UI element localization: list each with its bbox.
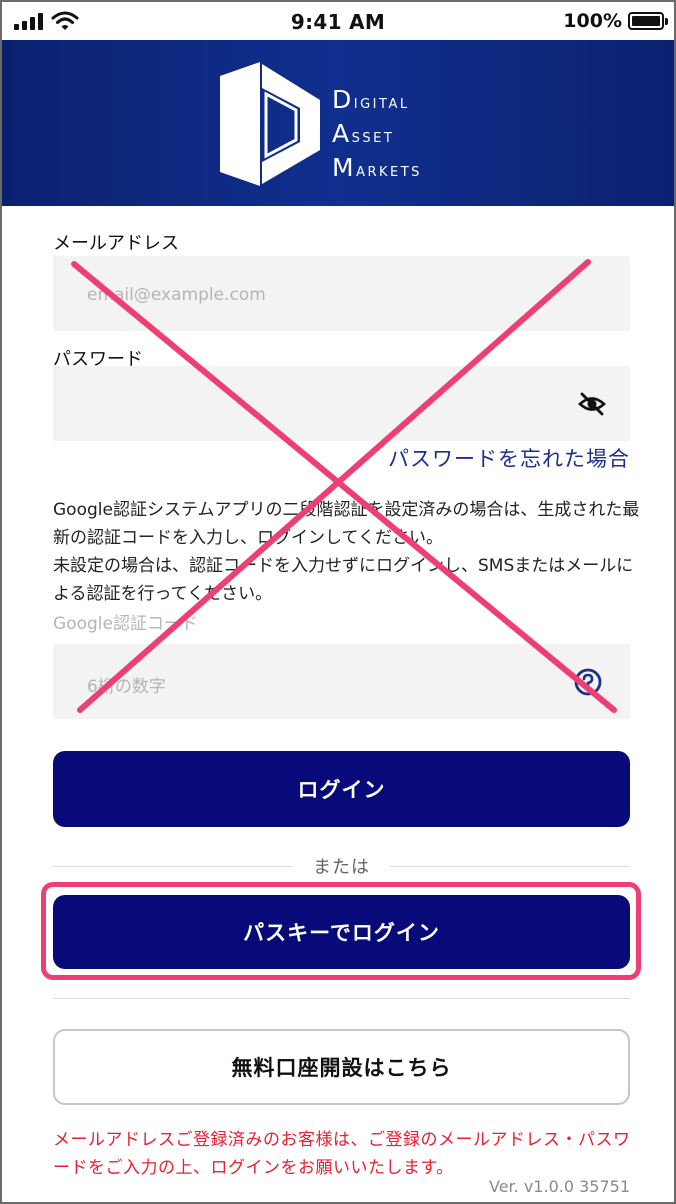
two-factor-info: Google認証システムアプリの二段階認証を設定済みの場合は、生成された最新の認… — [53, 500, 640, 604]
logo-wordmark: Digital Asset Markets — [332, 84, 422, 186]
forgot-password-link[interactable]: パスワードを忘れた場合 — [388, 443, 630, 473]
notice-text: メールアドレスご登録済みのお客様は、ご登録のメールアドレス・パスワードをご入力の… — [53, 1130, 631, 1178]
section-divider — [53, 998, 630, 999]
version-label: Ver. v1.0.0 35751 — [489, 1177, 630, 1196]
divider-line-left — [53, 865, 293, 867]
status-right: 100% — [563, 10, 668, 32]
logo-line-2: Asset — [332, 119, 395, 148]
phone-screen: 9:41 AM 100% Digital Asset Markets メールアド… — [0, 0, 676, 1204]
divider-line-right — [390, 865, 630, 867]
eye-off-icon[interactable] — [577, 389, 607, 419]
logo-icon — [220, 62, 320, 186]
password-field[interactable] — [53, 366, 630, 441]
logo-line-1: Digital — [332, 85, 410, 114]
battery-icon — [628, 12, 668, 30]
brand-header: Digital Asset Markets — [2, 40, 674, 206]
auth-code-placeholder: 6桁の数字 — [87, 677, 166, 697]
battery-percent: 100% — [563, 10, 622, 32]
auth-code-field[interactable]: 6桁の数字 — [53, 644, 630, 719]
email-label: メールアドレス — [53, 233, 179, 254]
logo-line-3: Markets — [332, 153, 422, 182]
email-field[interactable]: email@example.com — [53, 256, 630, 331]
open-account-button[interactable]: 無料口座開設はこちら — [53, 1029, 630, 1105]
passkey-login-button[interactable]: パスキーでログイン — [53, 895, 630, 969]
help-icon[interactable] — [573, 667, 603, 697]
email-placeholder: email@example.com — [87, 285, 266, 305]
or-text: または — [313, 857, 370, 878]
or-divider: または — [53, 855, 630, 878]
status-bar: 9:41 AM 100% — [2, 2, 674, 40]
auth-code-label: Google認証コード — [53, 614, 198, 634]
login-button[interactable]: ログイン — [53, 751, 630, 827]
